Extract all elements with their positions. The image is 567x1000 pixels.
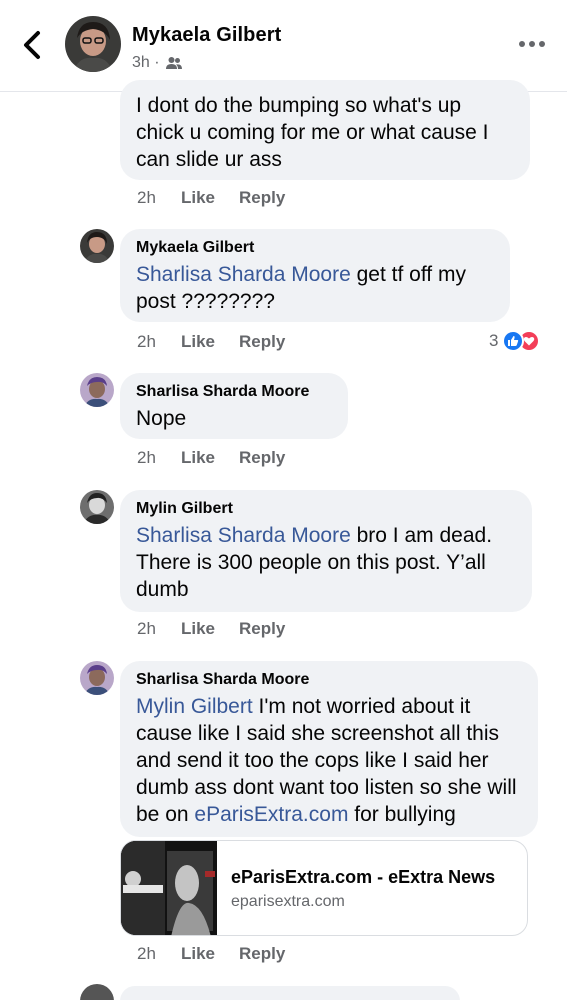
comment-author[interactable]: Mykaela Gilbert: [136, 239, 494, 257]
reply-button[interactable]: Reply: [239, 619, 285, 639]
comment-time: 2h: [137, 619, 156, 638]
avatar[interactable]: [80, 490, 114, 524]
comment-time: 2h: [137, 332, 156, 351]
reply-button[interactable]: Reply: [239, 448, 285, 468]
post-header: Mykaela Gilbert 3h ·: [0, 0, 567, 92]
reply-button[interactable]: Reply: [239, 332, 285, 352]
comment-bubble: [120, 986, 460, 1000]
comment-time: 2h: [137, 188, 156, 207]
like-button[interactable]: Like: [181, 619, 239, 639]
website-link[interactable]: eParisExtra.com: [194, 803, 348, 826]
mention-link[interactable]: Sharlisa Sharda Moore: [136, 524, 351, 547]
comment-bubble: Mykaela Gilbert Sharlisa Sharda Moore ge…: [120, 229, 510, 322]
like-button[interactable]: Like: [181, 188, 239, 208]
mention-link[interactable]: Mylin Gilbert: [136, 695, 253, 718]
comment-bubble: Sharlisa Sharda Moore Nope: [120, 373, 348, 439]
author-name[interactable]: Mykaela Gilbert: [132, 24, 281, 47]
reaction-summary[interactable]: 3: [489, 330, 541, 352]
link-preview-domain: eparisextra.com: [231, 893, 345, 910]
comment-bubble: Mylin Gilbert Sharlisa Sharda Moore bro …: [120, 490, 532, 612]
comment-text: I dont do the bumping so what's up chick…: [136, 94, 489, 171]
comment-actions: 2h Like Reply: [137, 944, 285, 964]
like-button[interactable]: Like: [181, 448, 239, 468]
like-button[interactable]: Like: [181, 944, 239, 964]
comment-bubble: Sharlisa Sharda Moore Mylin Gilbert I'm …: [120, 661, 538, 837]
comment-time: 2h: [137, 944, 156, 963]
friends-icon: [165, 57, 182, 69]
comment-bubble: I dont do the bumping so what's up chick…: [120, 80, 530, 180]
comment-text: Sharlisa Sharda Moore get tf off my post…: [136, 263, 466, 313]
reply-button[interactable]: Reply: [239, 188, 285, 208]
mention-link[interactable]: Sharlisa Sharda Moore: [136, 263, 351, 286]
chevron-left-icon: [24, 31, 40, 59]
comment-text: Sharlisa Sharda Moore bro I am dead. The…: [136, 524, 493, 601]
avatar[interactable]: [80, 661, 114, 695]
post-meta: 3h ·: [132, 54, 182, 72]
reply-button[interactable]: Reply: [239, 944, 285, 964]
comment-actions: 2h Like Reply: [137, 188, 285, 208]
avatar[interactable]: [80, 373, 114, 407]
like-button[interactable]: Like: [181, 332, 239, 352]
post-time: 3h ·: [132, 54, 160, 71]
comment-text: Mylin Gilbert I'm not worried about it c…: [136, 695, 517, 826]
avatar[interactable]: [80, 984, 114, 1000]
author-avatar[interactable]: [65, 16, 121, 72]
comment-author[interactable]: Sharlisa Sharda Moore: [136, 671, 522, 689]
link-preview-card[interactable]: eParisExtra.com - eExtra News eparisextr…: [120, 840, 528, 936]
more-options-button[interactable]: [517, 34, 547, 54]
reaction-count: 3: [489, 331, 499, 350]
more-dots-icon: [519, 41, 545, 47]
comment-author[interactable]: Mylin Gilbert: [136, 500, 516, 518]
comment-time: 2h: [137, 448, 156, 467]
link-preview-title: eParisExtra.com - eExtra News: [231, 867, 496, 887]
comment-author[interactable]: Sharlisa Sharda Moore: [136, 383, 332, 401]
back-button[interactable]: [18, 28, 48, 62]
comment-actions: 2h Like Reply: [137, 448, 285, 468]
link-preview-thumbnail: [121, 841, 217, 935]
comment-text: Nope: [136, 407, 187, 430]
avatar[interactable]: [80, 229, 114, 263]
comment-actions: 2h Like Reply: [137, 332, 285, 352]
comment-actions: 2h Like Reply: [137, 619, 285, 639]
